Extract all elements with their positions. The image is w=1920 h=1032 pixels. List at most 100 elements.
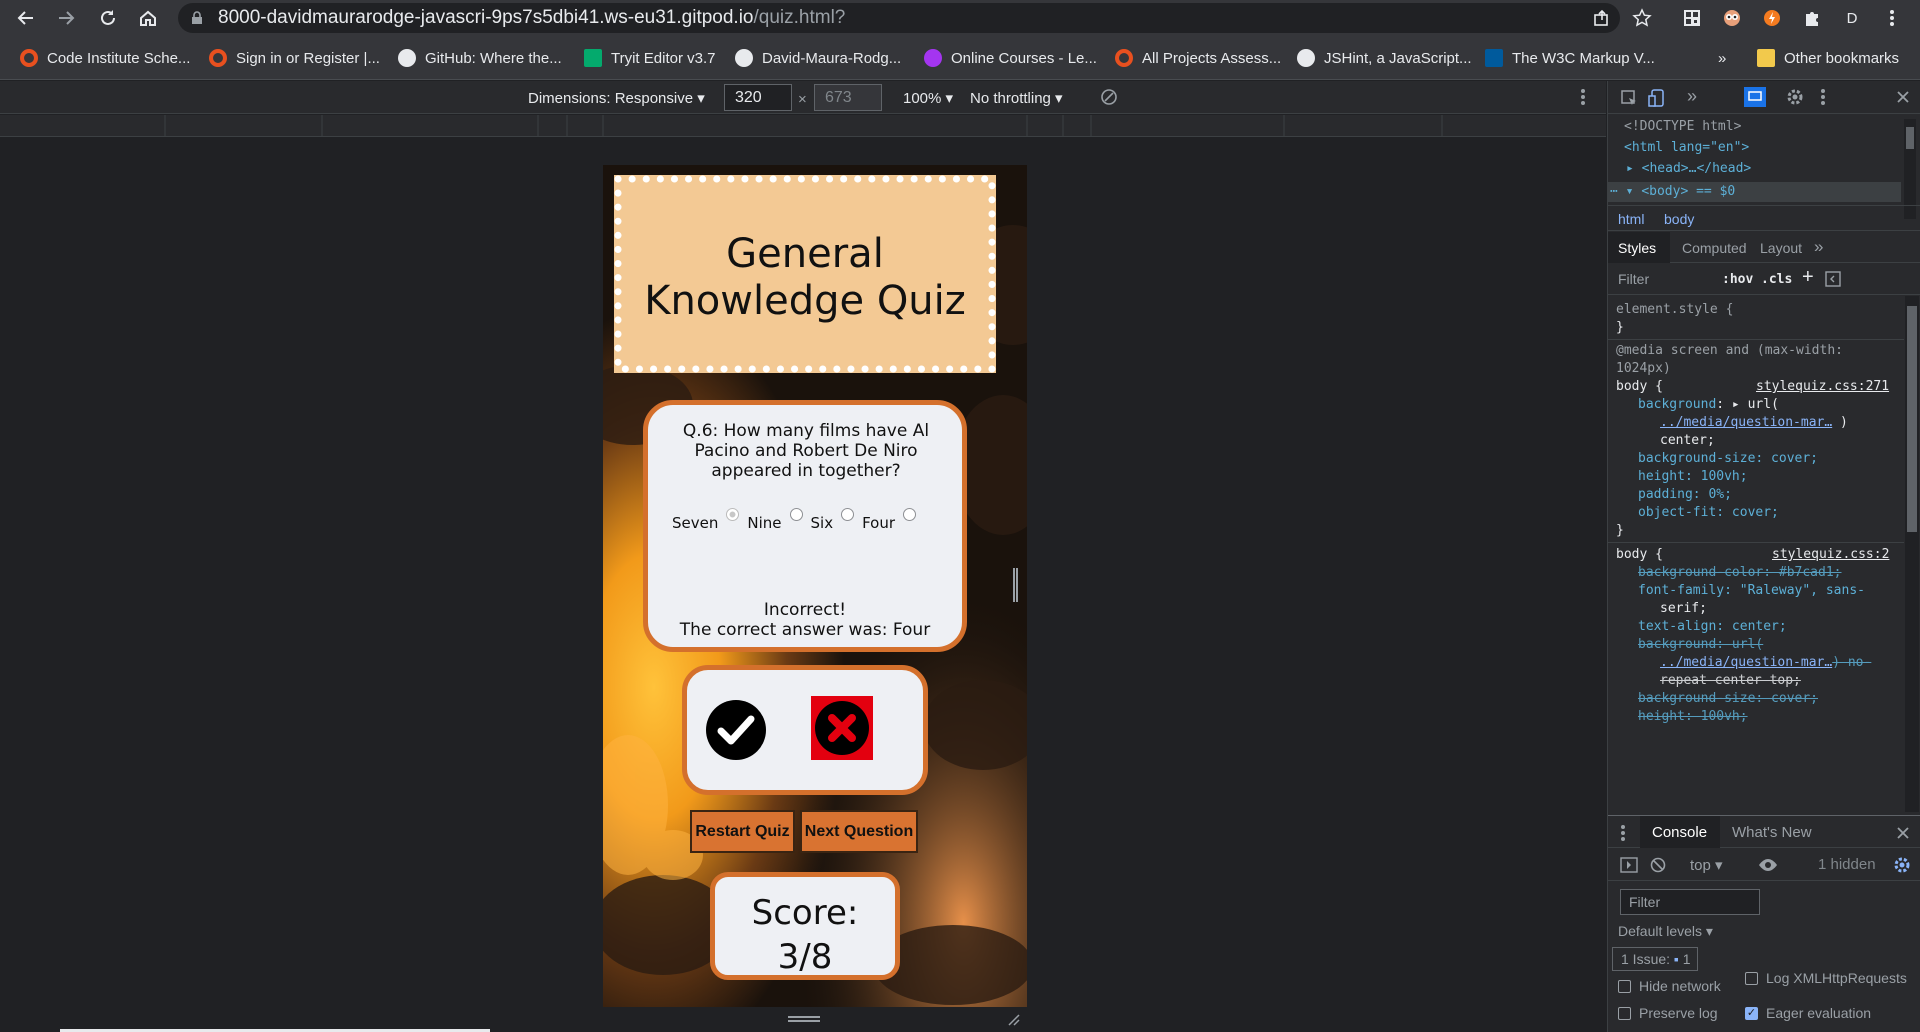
body-node[interactable]: ⋯ ▾ <body> == $0 bbox=[1610, 184, 1735, 199]
extension-g-button[interactable] bbox=[1758, 4, 1786, 32]
setting-eager-evaluation[interactable]: ✓ Eager evaluation bbox=[1745, 1005, 1871, 1021]
eye-icon[interactable] bbox=[1758, 858, 1778, 872]
bookmark-w3c[interactable]: The W3C Markup V... bbox=[1485, 47, 1655, 69]
head-node[interactable]: ▸ <head>…</head> bbox=[1626, 161, 1751, 176]
breadcrumb-body[interactable]: body bbox=[1664, 211, 1694, 227]
radio-four[interactable] bbox=[903, 508, 917, 521]
breadcrumb-html[interactable]: html bbox=[1618, 211, 1644, 227]
issues-button[interactable]: 1 Issue: ▪ 1 bbox=[1612, 947, 1698, 971]
tab-console[interactable]: Console bbox=[1640, 816, 1720, 848]
device-toolbar-menu[interactable] bbox=[1580, 88, 1586, 106]
height-input[interactable]: 673 bbox=[814, 84, 882, 111]
computed-sidebar-icon[interactable] bbox=[1825, 271, 1841, 287]
background-url-link[interactable]: ../media/question-mar… bbox=[1660, 415, 1832, 430]
bookmark-code-institute[interactable]: Code Institute Sche... bbox=[20, 47, 190, 69]
back-button[interactable] bbox=[12, 4, 40, 32]
gear-icon[interactable] bbox=[1786, 88, 1804, 106]
console-filter-input[interactable]: Filter bbox=[1620, 889, 1760, 915]
setting-log-xhr[interactable]: Log XMLHttpRequests bbox=[1745, 970, 1915, 986]
bookmark-star-button[interactable] bbox=[1628, 4, 1656, 32]
option-four[interactable]: Four bbox=[862, 508, 917, 532]
rule2-height[interactable]: height: 100vh; bbox=[1638, 709, 1748, 724]
rule1-background-url[interactable]: ../media/question-mar… ) bbox=[1660, 415, 1848, 430]
tab-computed[interactable]: Computed bbox=[1682, 240, 1747, 256]
background-url-link[interactable]: ../media/question-mar… bbox=[1660, 655, 1832, 670]
other-bookmarks[interactable]: Other bookmarks bbox=[1757, 47, 1899, 69]
browser-menu-button[interactable] bbox=[1878, 4, 1906, 32]
checkbox[interactable] bbox=[1745, 971, 1758, 985]
rule2-background-url[interactable]: ../media/question-mar…) no- bbox=[1660, 655, 1871, 670]
forward-button[interactable] bbox=[52, 4, 80, 32]
rule2-source-link[interactable]: stylequiz.css:2 bbox=[1772, 547, 1889, 562]
tab-styles[interactable]: Styles bbox=[1608, 232, 1670, 263]
media-query-bar[interactable] bbox=[0, 115, 1606, 137]
bookmark-david-github[interactable]: David-Maura-Rodg... bbox=[735, 47, 901, 69]
extension-qr-button[interactable] bbox=[1678, 4, 1706, 32]
log-levels-dropdown[interactable]: Default levels ▾ bbox=[1618, 923, 1713, 940]
next-question-button[interactable]: Next Question bbox=[800, 810, 918, 853]
rule2-text-align[interactable]: text-align: center; bbox=[1638, 619, 1787, 634]
more-tabs-icon[interactable]: » bbox=[1687, 86, 1697, 107]
resize-handle-bottom[interactable] bbox=[788, 1016, 820, 1022]
kebab-menu-icon[interactable] bbox=[1820, 88, 1826, 106]
bookmark-projects[interactable]: All Projects Assess... bbox=[1115, 47, 1281, 69]
rule2-background[interactable]: background: url( bbox=[1638, 637, 1763, 652]
radio-nine[interactable] bbox=[789, 508, 803, 521]
bookmark-github[interactable]: GitHub: Where the... bbox=[398, 47, 562, 69]
elements-scrollbar[interactable] bbox=[1904, 119, 1916, 219]
styles-filter-input[interactable]: Filter bbox=[1618, 271, 1649, 287]
option-seven[interactable]: Seven bbox=[672, 508, 740, 532]
rule1-selector[interactable]: body { bbox=[1616, 379, 1663, 394]
restart-quiz-button[interactable]: Restart Quiz bbox=[690, 810, 795, 853]
checkbox-checked[interactable]: ✓ bbox=[1745, 1006, 1758, 1020]
close-icon[interactable] bbox=[1896, 826, 1910, 840]
sidebar-toggle-icon[interactable] bbox=[1620, 857, 1638, 873]
rule1-padding[interactable]: padding: 0%; bbox=[1638, 487, 1732, 502]
rotate-button[interactable] bbox=[1100, 88, 1118, 106]
kebab-menu-icon[interactable] bbox=[1620, 824, 1626, 842]
inspect-element-icon[interactable] bbox=[1620, 89, 1638, 107]
bookmarks-overflow-button[interactable]: » bbox=[1718, 47, 1726, 69]
bookmark-tryit[interactable]: Tryit Editor v3.7 bbox=[584, 47, 715, 69]
option-nine[interactable]: Nine bbox=[747, 508, 803, 532]
rule1-source-link[interactable]: stylequiz.css:271 bbox=[1756, 379, 1889, 394]
bookmark-sign-in[interactable]: Sign in or Register |... bbox=[209, 47, 380, 69]
dimensions-dropdown[interactable]: Dimensions: Responsive ▾ bbox=[528, 89, 705, 107]
device-mode-icon[interactable] bbox=[1648, 88, 1666, 108]
styles-scrollbar[interactable] bbox=[1905, 296, 1919, 812]
checkbox[interactable] bbox=[1618, 1006, 1631, 1020]
zoom-dropdown[interactable]: 100% ▾ bbox=[903, 89, 953, 107]
extensions-button[interactable] bbox=[1798, 4, 1826, 32]
rule2-background-color[interactable]: background-color: #b7cad1; bbox=[1638, 565, 1842, 580]
url-text[interactable]: 8000-davidmaurarodge-javascri-9ps7s5dbi4… bbox=[218, 7, 845, 29]
checkbox[interactable] bbox=[1618, 979, 1631, 993]
cls-toggle[interactable]: .cls bbox=[1761, 272, 1792, 287]
html-node[interactable]: <html lang="en"> bbox=[1624, 140, 1749, 155]
radio-six[interactable] bbox=[841, 508, 855, 521]
resize-corner-icon[interactable] bbox=[1005, 1011, 1021, 1027]
doctype-node[interactable]: <!DOCTYPE html> bbox=[1624, 119, 1741, 134]
option-six[interactable]: Six bbox=[811, 508, 855, 532]
gear-icon[interactable] bbox=[1893, 856, 1911, 874]
tab-layout[interactable]: Layout bbox=[1760, 240, 1802, 256]
clear-console-icon[interactable] bbox=[1650, 857, 1666, 873]
radio-seven[interactable] bbox=[726, 508, 740, 521]
issues-chat-icon[interactable] bbox=[1744, 87, 1766, 107]
rule1-height[interactable]: height: 100vh; bbox=[1638, 469, 1748, 484]
home-button[interactable] bbox=[134, 4, 162, 32]
bookmark-jshint[interactable]: JSHint, a JavaScript... bbox=[1297, 47, 1472, 69]
element-style-rule[interactable]: element.style { bbox=[1616, 302, 1733, 317]
rule2-font-family[interactable]: font-family: "Raleway", sans- bbox=[1638, 583, 1865, 598]
new-rule-icon[interactable]: + bbox=[1802, 266, 1814, 289]
setting-hide-network[interactable]: Hide network bbox=[1618, 978, 1721, 994]
rule1-background[interactable]: background: ▸ url( bbox=[1638, 397, 1779, 412]
setting-preserve-log[interactable]: Preserve log bbox=[1618, 1005, 1718, 1021]
bookmark-udemy[interactable]: Online Courses - Le... bbox=[924, 47, 1097, 69]
hov-toggle[interactable]: :hov bbox=[1722, 272, 1753, 287]
rule1-object-fit[interactable]: object-fit: cover; bbox=[1638, 505, 1779, 520]
throttling-dropdown[interactable]: No throttling ▾ bbox=[970, 89, 1063, 107]
more-style-tabs-icon[interactable]: » bbox=[1814, 237, 1823, 257]
reload-button[interactable] bbox=[94, 4, 122, 32]
context-selector[interactable]: top ▾ bbox=[1690, 856, 1723, 874]
extension-owl-button[interactable] bbox=[1718, 4, 1746, 32]
